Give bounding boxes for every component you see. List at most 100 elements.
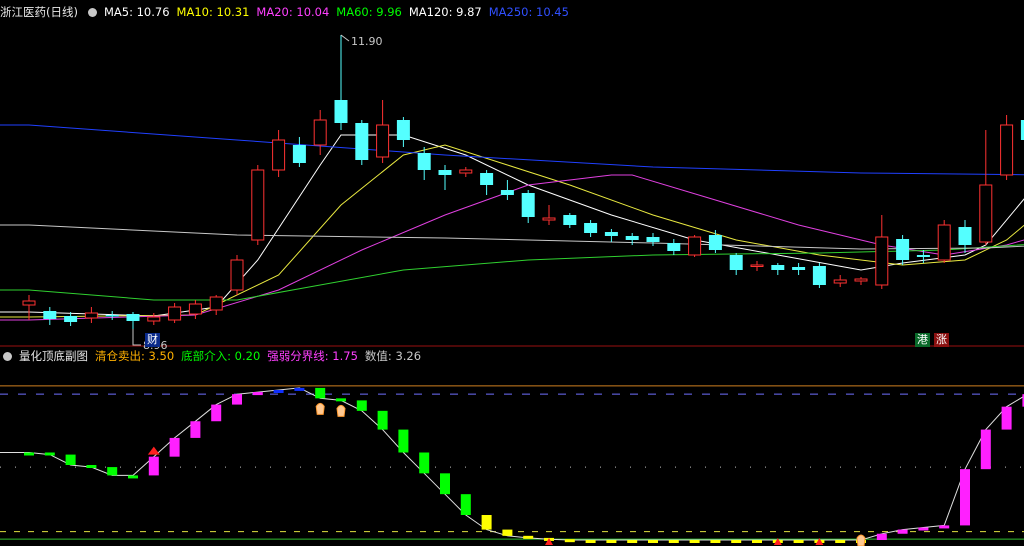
low-pointer xyxy=(132,329,141,346)
indicator-bar xyxy=(440,473,450,495)
candle-body-down xyxy=(958,227,972,245)
candle-body-up xyxy=(937,224,951,261)
indicator-bar xyxy=(460,494,471,515)
indicator-bar xyxy=(86,465,97,468)
indicator-bar xyxy=(190,421,201,438)
indicator-bar xyxy=(918,527,929,531)
ma20-line xyxy=(0,174,1024,321)
indicator-bar xyxy=(294,387,305,391)
candle-body-down xyxy=(64,316,78,322)
candle-body-up xyxy=(168,306,182,321)
candle-body-up xyxy=(22,300,36,306)
indicator-bar xyxy=(336,398,346,402)
candle-body-down xyxy=(896,239,910,260)
indicator-bar xyxy=(606,540,617,543)
indicator-bar xyxy=(169,437,180,457)
hk-connect-tag[interactable]: 港 xyxy=(915,333,930,347)
candle-body-down xyxy=(521,193,535,217)
candle-body-down xyxy=(708,235,722,250)
chart-canvas[interactable]: 11.908.96 xyxy=(0,0,1024,546)
limit-up-tag[interactable]: 涨 xyxy=(934,333,949,347)
indicator-bar xyxy=(523,535,534,539)
candle-body-down xyxy=(646,237,660,242)
candle-body-up xyxy=(376,124,390,158)
candle-body-up xyxy=(188,303,202,315)
indicator-bar xyxy=(211,404,222,422)
indicator-bar xyxy=(481,515,492,530)
candle-body-down xyxy=(792,267,806,270)
indicator-bar xyxy=(585,540,596,543)
indicator-bar xyxy=(668,540,679,543)
indicator-bar xyxy=(627,540,638,543)
candle-body-down xyxy=(604,232,618,236)
candle-body-down xyxy=(500,190,514,195)
indicator-bar xyxy=(44,452,55,456)
indicator-bar xyxy=(315,387,326,399)
candle-body-up xyxy=(875,236,889,286)
candle-body-up xyxy=(542,217,556,221)
candle-body-up xyxy=(979,184,993,243)
indicator-bars xyxy=(0,387,1024,543)
candle-body-down xyxy=(438,170,452,175)
indicator-bar xyxy=(710,540,721,543)
candle-body-up xyxy=(1000,124,1014,176)
candle-body-up xyxy=(251,169,265,241)
indicator-bar xyxy=(1001,406,1012,430)
indicator-bar xyxy=(648,540,658,543)
candle-body-up xyxy=(272,139,286,171)
indicator-bar xyxy=(793,540,804,543)
indicator-bar xyxy=(356,400,367,411)
moving-average-lines xyxy=(0,124,1024,321)
candle-body-down xyxy=(43,311,57,319)
indicator-bar xyxy=(232,394,242,405)
candle-body-down xyxy=(396,120,410,140)
candle-body-down xyxy=(334,100,348,123)
indicator-bar xyxy=(398,429,409,453)
ma250-line xyxy=(0,124,1024,176)
hand-icon xyxy=(315,402,325,415)
indicator-bar xyxy=(65,454,76,465)
candle-body-down xyxy=(584,223,598,233)
candle-body-up xyxy=(147,316,161,322)
high-pointer xyxy=(340,34,350,42)
candle-body-down xyxy=(771,265,785,270)
candle-body-down xyxy=(355,123,369,160)
indicator-bar xyxy=(689,540,700,543)
candle-body-down xyxy=(480,173,494,185)
candlesticks xyxy=(22,35,1024,329)
candle-body-down xyxy=(667,243,681,251)
candle-body-up xyxy=(854,278,868,282)
candle-body-up xyxy=(750,264,764,267)
indicator-bar xyxy=(897,529,908,534)
candle-body-down xyxy=(105,315,119,317)
indicator-bar xyxy=(731,540,742,543)
indicator-bar xyxy=(564,539,575,543)
ma120-line xyxy=(0,224,1024,250)
indicator-bar xyxy=(876,533,887,540)
indicator-bar xyxy=(502,529,513,536)
indicator-bar xyxy=(939,525,950,529)
candle-body-down xyxy=(625,236,639,240)
indicator-bar xyxy=(419,452,430,474)
ma60-line xyxy=(0,242,1024,301)
candle-body-down xyxy=(812,266,826,285)
indicator-bar xyxy=(960,469,970,526)
candle-body-down xyxy=(729,255,743,270)
indicator-bar xyxy=(835,540,846,543)
indicator-bar xyxy=(252,392,263,396)
hand-icon xyxy=(336,404,346,417)
hand-icon xyxy=(856,534,866,546)
ma5-line xyxy=(0,134,1024,317)
finance-tag[interactable]: 财 xyxy=(145,333,160,347)
candle-body-down xyxy=(126,314,140,321)
indicator-bar xyxy=(24,452,34,456)
indicator-bar xyxy=(752,540,762,543)
candle-body-up xyxy=(688,236,702,256)
indicator-bar xyxy=(273,390,284,393)
indicator-signals xyxy=(147,402,866,546)
candle-body-up xyxy=(833,279,847,284)
candle-body-up xyxy=(313,119,327,146)
candle-body-down xyxy=(563,215,577,225)
candle-body-down xyxy=(417,153,431,170)
indicator-bar xyxy=(980,429,991,470)
